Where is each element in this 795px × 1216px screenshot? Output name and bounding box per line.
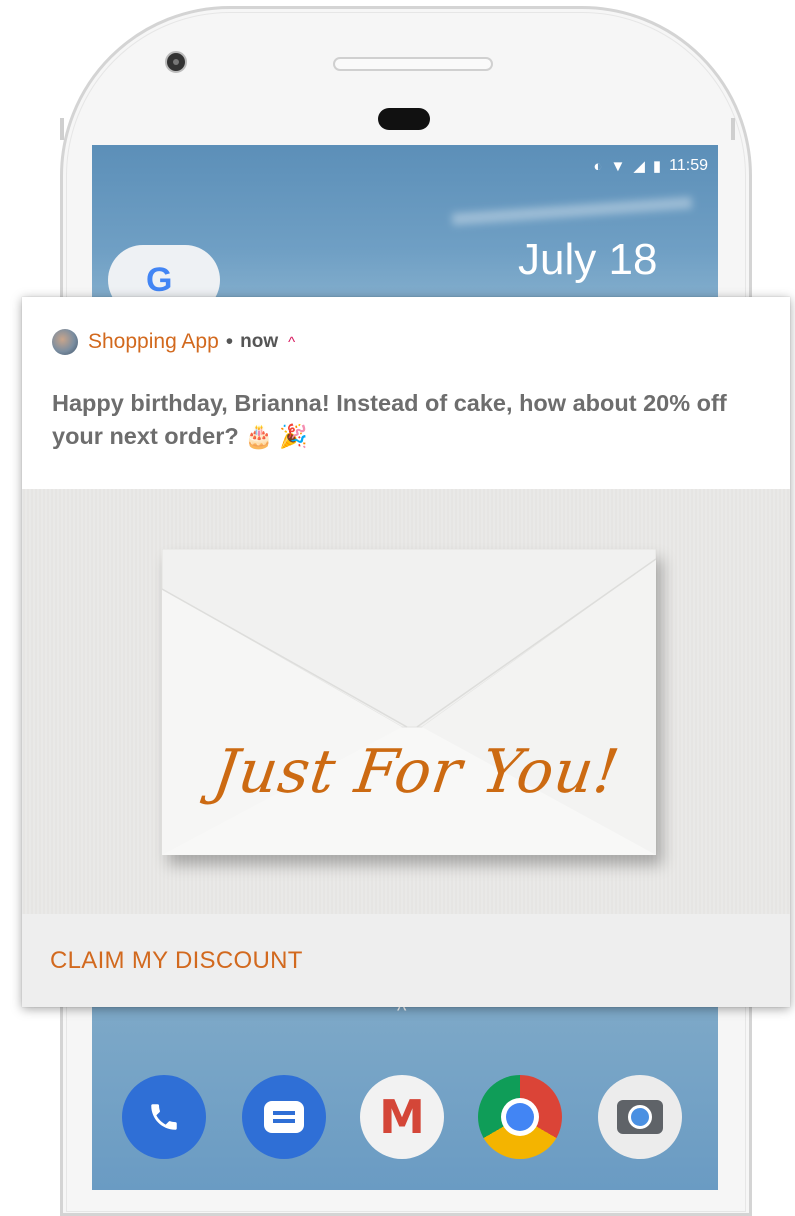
notification-message: Happy birthday, Brianna! Instead of cake… [52, 387, 772, 453]
camera-app-icon[interactable] [598, 1075, 682, 1159]
data-saver-icon: ◐ [593, 157, 603, 175]
claim-discount-button[interactable]: CLAIM MY DISCOUNT [50, 947, 303, 975]
wifi-icon: ▼ [610, 157, 626, 175]
messages-app-icon[interactable] [242, 1075, 326, 1159]
envelope-flap-drawing [162, 549, 656, 855]
header-separator: • [225, 330, 234, 353]
notification-header: Shopping App • now ^ [52, 328, 295, 356]
home-date[interactable]: July 18 [518, 235, 657, 285]
chat-bubble-icon [264, 1101, 304, 1133]
expand-chevron-icon[interactable]: ^ [288, 334, 295, 351]
app-dock: M [122, 1075, 692, 1167]
app-name: Shopping App [88, 330, 219, 353]
birthday-cake-icon: 🎂 [244, 423, 274, 449]
earpiece-speaker [333, 57, 493, 71]
app-avatar-icon [52, 329, 78, 355]
battery-icon: ▮ [652, 158, 662, 175]
status-bar: ◐ ▼ ◢ ▮ 11:59 [593, 153, 708, 179]
just-for-you-script: Just For You! [209, 737, 625, 807]
party-popper-icon: 🎉 [279, 423, 309, 449]
phone-app-icon[interactable] [122, 1075, 206, 1159]
envelope-image: Just For You! [162, 549, 656, 855]
notification-actions: CLAIM MY DISCOUNT [22, 914, 790, 1007]
chrome-center-icon [501, 1098, 539, 1136]
google-logo-icon: G [146, 261, 173, 299]
wallpaper-streak [451, 196, 693, 226]
side-button-right [731, 118, 735, 140]
chrome-app-icon[interactable] [478, 1075, 562, 1159]
status-time: 11:59 [669, 157, 708, 174]
push-notification-card[interactable]: Shopping App • now ^ Happy birthday, Bri… [22, 297, 790, 1007]
gmail-app-icon[interactable]: M [360, 1075, 444, 1159]
signal-icon: ◢ [633, 158, 645, 175]
front-camera-icon [165, 51, 187, 73]
side-button-left [60, 118, 64, 140]
gmail-m-icon: M [379, 1090, 425, 1144]
proximity-sensor [378, 108, 430, 130]
notification-image: Just For You! [22, 489, 790, 914]
camera-lens-icon [617, 1100, 663, 1134]
notification-time: now [240, 331, 279, 352]
notification-message-text: Happy birthday, Brianna! Instead of cake… [52, 390, 727, 449]
